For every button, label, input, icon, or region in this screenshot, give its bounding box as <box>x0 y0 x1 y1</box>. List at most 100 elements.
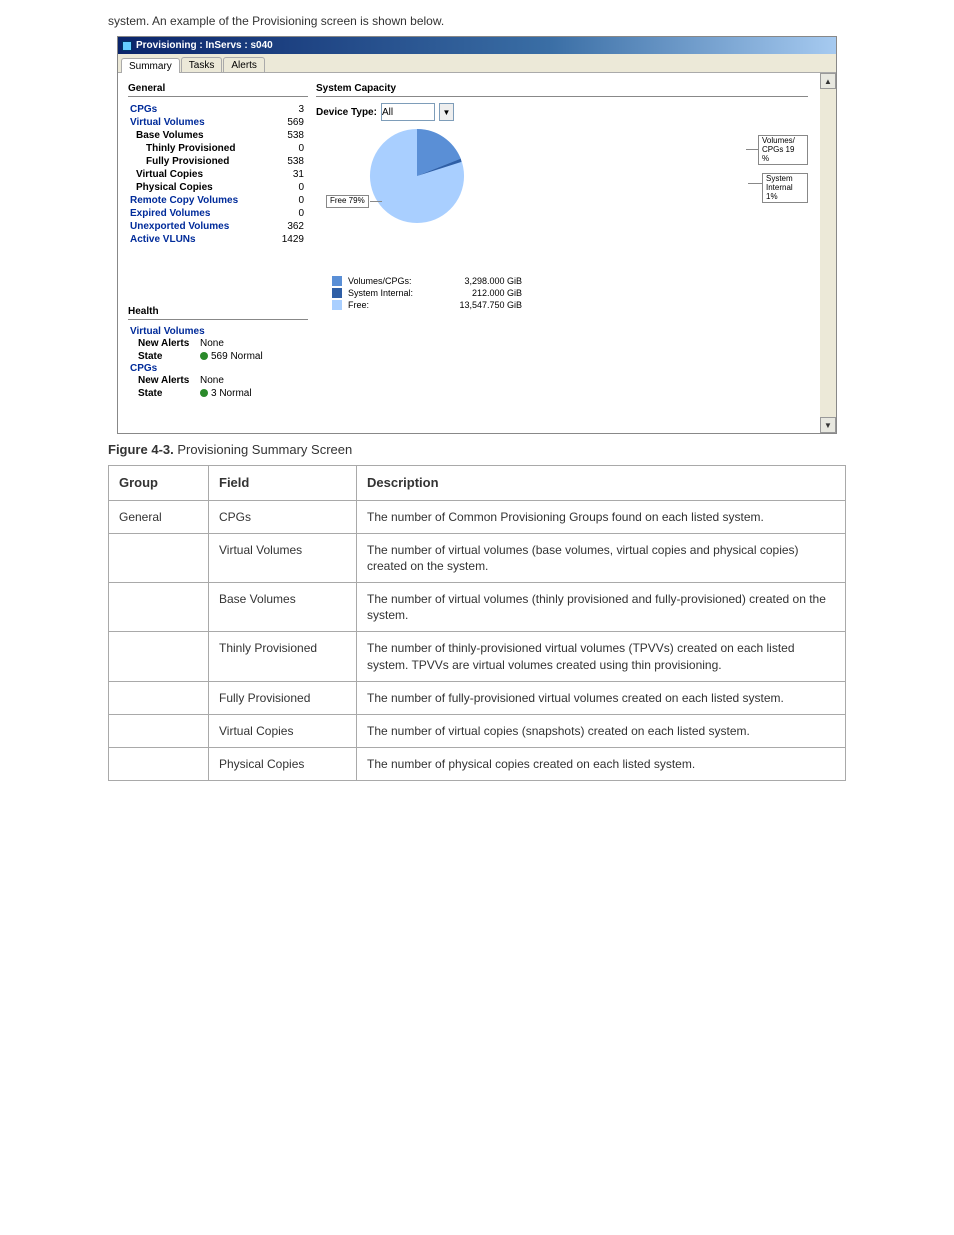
table-row: Virtual VolumesThe number of virtual vol… <box>109 533 846 582</box>
cell-description: The number of virtual copies (snapshots)… <box>357 715 846 748</box>
general-key[interactable]: Remote Copy Volumes <box>128 195 270 206</box>
status-dot-icon <box>200 352 208 360</box>
legend-value: 212.000 GiB <box>442 288 522 298</box>
general-key: Thinly Provisioned <box>128 143 270 154</box>
cell-field: Fully Provisioned <box>209 681 357 714</box>
table-row: Fully ProvisionedThe number of fully-pro… <box>109 681 846 714</box>
cell-field: CPGs <box>209 500 357 533</box>
window-titlebar: Provisioning : InServs : s040 <box>118 37 836 54</box>
health-row: State3 Normal <box>128 387 308 400</box>
health-label: New Alerts <box>128 375 200 386</box>
health-value: None <box>200 375 224 386</box>
health-group-title[interactable]: CPGs <box>128 363 308 374</box>
general-key[interactable]: Unexported Volumes <box>128 221 270 232</box>
legend-label: System Internal: <box>348 288 436 298</box>
general-key[interactable]: CPGs <box>128 104 270 115</box>
intro-paragraph: system. An example of the Provisioning s… <box>0 0 954 36</box>
device-type-select[interactable] <box>381 103 435 121</box>
general-key[interactable]: Virtual Volumes <box>128 117 270 128</box>
general-value: 538 <box>270 130 308 141</box>
legend-value: 3,298.000 GiB <box>442 276 522 286</box>
general-row[interactable]: Virtual Volumes569 <box>128 116 308 129</box>
general-value: 0 <box>270 195 308 206</box>
general-value: 31 <box>270 169 308 180</box>
scroll-down-button[interactable]: ▼ <box>820 417 836 433</box>
annot-volumes: Volumes/CPGs 19% <box>758 135 808 165</box>
general-heading: General <box>128 83 308 97</box>
general-row: Fully Provisioned538 <box>128 155 308 168</box>
legend-label: Free: <box>348 300 436 310</box>
description-table: Group Field Description GeneralCPGsThe n… <box>108 465 846 781</box>
general-row[interactable]: Active VLUNs1429 <box>128 233 308 246</box>
cell-group: General <box>109 500 209 533</box>
health-value: 569 Normal <box>200 351 263 362</box>
health-label: New Alerts <box>128 338 200 349</box>
annot-free: Free 79% <box>326 195 369 208</box>
health-list: Virtual VolumesNew AlertsNoneState569 No… <box>128 326 308 400</box>
general-key[interactable]: Expired Volumes <box>128 208 270 219</box>
provisioning-window: Provisioning : InServs : s040 Summary Ta… <box>117 36 837 434</box>
pie-svg <box>368 127 466 225</box>
cell-group <box>109 748 209 781</box>
tab-tasks[interactable]: Tasks <box>181 57 223 72</box>
health-label: State <box>128 351 200 362</box>
general-row[interactable]: Remote Copy Volumes0 <box>128 194 308 207</box>
table-row: GeneralCPGsThe number of Common Provisio… <box>109 500 846 533</box>
legend-value: 13,547.750 GiB <box>442 300 522 310</box>
cell-group <box>109 681 209 714</box>
legend-swatch-icon <box>332 300 342 310</box>
vertical-scrollbar[interactable]: ▲ ▼ <box>820 73 836 433</box>
cell-field: Physical Copies <box>209 748 357 781</box>
capacity-pie-chart: Volumes/CPGs 19% SystemInternal1% Free 7… <box>326 127 808 267</box>
tab-alerts[interactable]: Alerts <box>223 57 265 72</box>
health-row: New AlertsNone <box>128 374 308 387</box>
cell-field: Virtual Copies <box>209 715 357 748</box>
cell-description: The number of virtual volumes (base volu… <box>357 533 846 582</box>
legend-row: System Internal: 212.000 GiB <box>332 287 808 299</box>
general-row[interactable]: Expired Volumes0 <box>128 207 308 220</box>
general-row: Physical Copies0 <box>128 181 308 194</box>
general-value: 362 <box>270 221 308 232</box>
general-key: Fully Provisioned <box>128 156 270 167</box>
general-row: Thinly Provisioned0 <box>128 142 308 155</box>
annot-system: SystemInternal1% <box>762 173 808 203</box>
health-group-title[interactable]: Virtual Volumes <box>128 326 308 337</box>
cell-group <box>109 632 209 681</box>
general-key: Physical Copies <box>128 182 270 193</box>
legend-label: Volumes/CPGs: <box>348 276 436 286</box>
capacity-heading: System Capacity <box>316 83 808 97</box>
device-type-label: Device Type: <box>316 107 377 118</box>
cell-group <box>109 583 209 632</box>
legend-row: Free: 13,547.750 GiB <box>332 299 808 311</box>
cell-group <box>109 715 209 748</box>
general-value: 0 <box>270 143 308 154</box>
window-icon <box>122 41 132 51</box>
scroll-up-button[interactable]: ▲ <box>820 73 836 89</box>
general-row[interactable]: Unexported Volumes362 <box>128 220 308 233</box>
th-field: Field <box>209 466 357 501</box>
health-heading: Health <box>128 306 308 320</box>
legend-swatch-icon <box>332 288 342 298</box>
general-key[interactable]: Active VLUNs <box>128 234 270 245</box>
health-label: State <box>128 388 200 399</box>
general-key: Base Volumes <box>128 130 270 141</box>
health-value: 3 Normal <box>200 388 252 399</box>
general-row[interactable]: CPGs3 <box>128 103 308 116</box>
table-row: Base VolumesThe number of virtual volume… <box>109 583 846 632</box>
th-description: Description <box>357 466 846 501</box>
general-value: 0 <box>270 182 308 193</box>
cell-field: Thinly Provisioned <box>209 632 357 681</box>
general-value: 538 <box>270 156 308 167</box>
health-row: New AlertsNone <box>128 337 308 350</box>
window-title: Provisioning : InServs : s040 <box>136 40 273 51</box>
capacity-legend: Volumes/CPGs:3,298.000 GiBSystem Interna… <box>316 275 808 311</box>
health-value: None <box>200 338 224 349</box>
legend-swatch-icon <box>332 276 342 286</box>
general-value: 3 <box>270 104 308 115</box>
tabs-row: Summary Tasks Alerts <box>118 54 836 73</box>
device-type-dropdown-button[interactable]: ▼ <box>439 103 454 121</box>
tab-summary[interactable]: Summary <box>121 58 180 73</box>
th-group: Group <box>109 466 209 501</box>
legend-row: Volumes/CPGs: 3,298.000 GiB <box>332 275 808 287</box>
status-dot-icon <box>200 389 208 397</box>
